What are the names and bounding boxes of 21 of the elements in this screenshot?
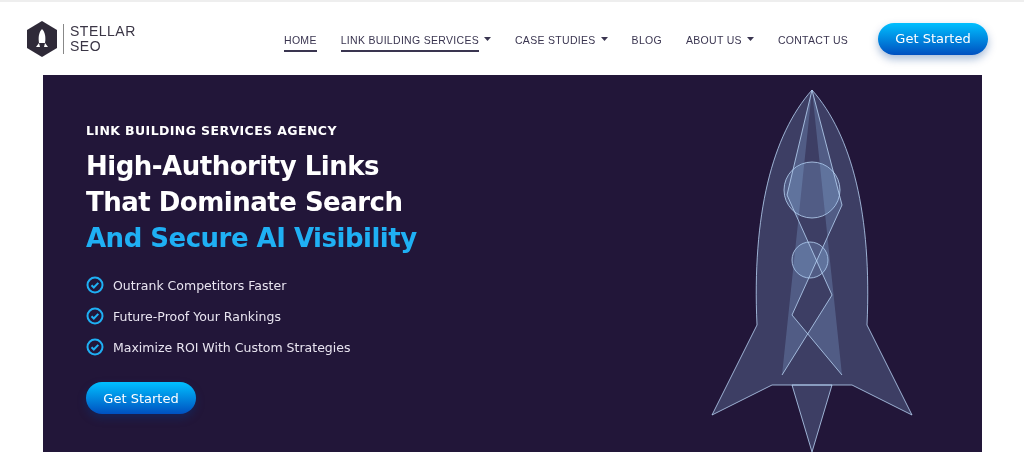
- benefit-text: Future-Proof Your Rankings: [113, 308, 281, 324]
- nav-link[interactable]: HOME: [273, 25, 328, 52]
- benefit-text: Outrank Competitors Faster: [113, 277, 287, 293]
- benefit-text: Maximize ROI With Custom Strategies: [113, 339, 351, 355]
- check-circle-icon: [86, 307, 104, 325]
- nav-link[interactable]: CONTACT US: [766, 25, 860, 52]
- caret-icon: [600, 36, 608, 41]
- eyebrow-text: LINK BUILDING SERVICES AGENCY: [86, 123, 338, 138]
- nav-link[interactable]: LINK BUILDING SERVICES: [329, 25, 502, 52]
- caret-icon: [746, 36, 754, 41]
- logo-icon[interactable]: [27, 20, 57, 57]
- nav-link[interactable]: ABOUT US: [675, 25, 765, 52]
- get-started-button[interactable]: Get Started: [878, 22, 988, 55]
- hero-title: High-Authority Links That Dominate Search And Secure AI Visibility: [86, 150, 417, 255]
- caret-icon: [484, 36, 491, 41]
- check-circle-icon: [86, 276, 104, 294]
- logo-text[interactable]: STELLAR SEO: [63, 23, 136, 54]
- get-started-button[interactable]: Get Started: [86, 382, 196, 414]
- nav-link[interactable]: CASE STUDIES: [504, 25, 619, 52]
- check-circle-icon: [86, 338, 104, 356]
- nav-link[interactable]: BLOG: [620, 25, 673, 52]
